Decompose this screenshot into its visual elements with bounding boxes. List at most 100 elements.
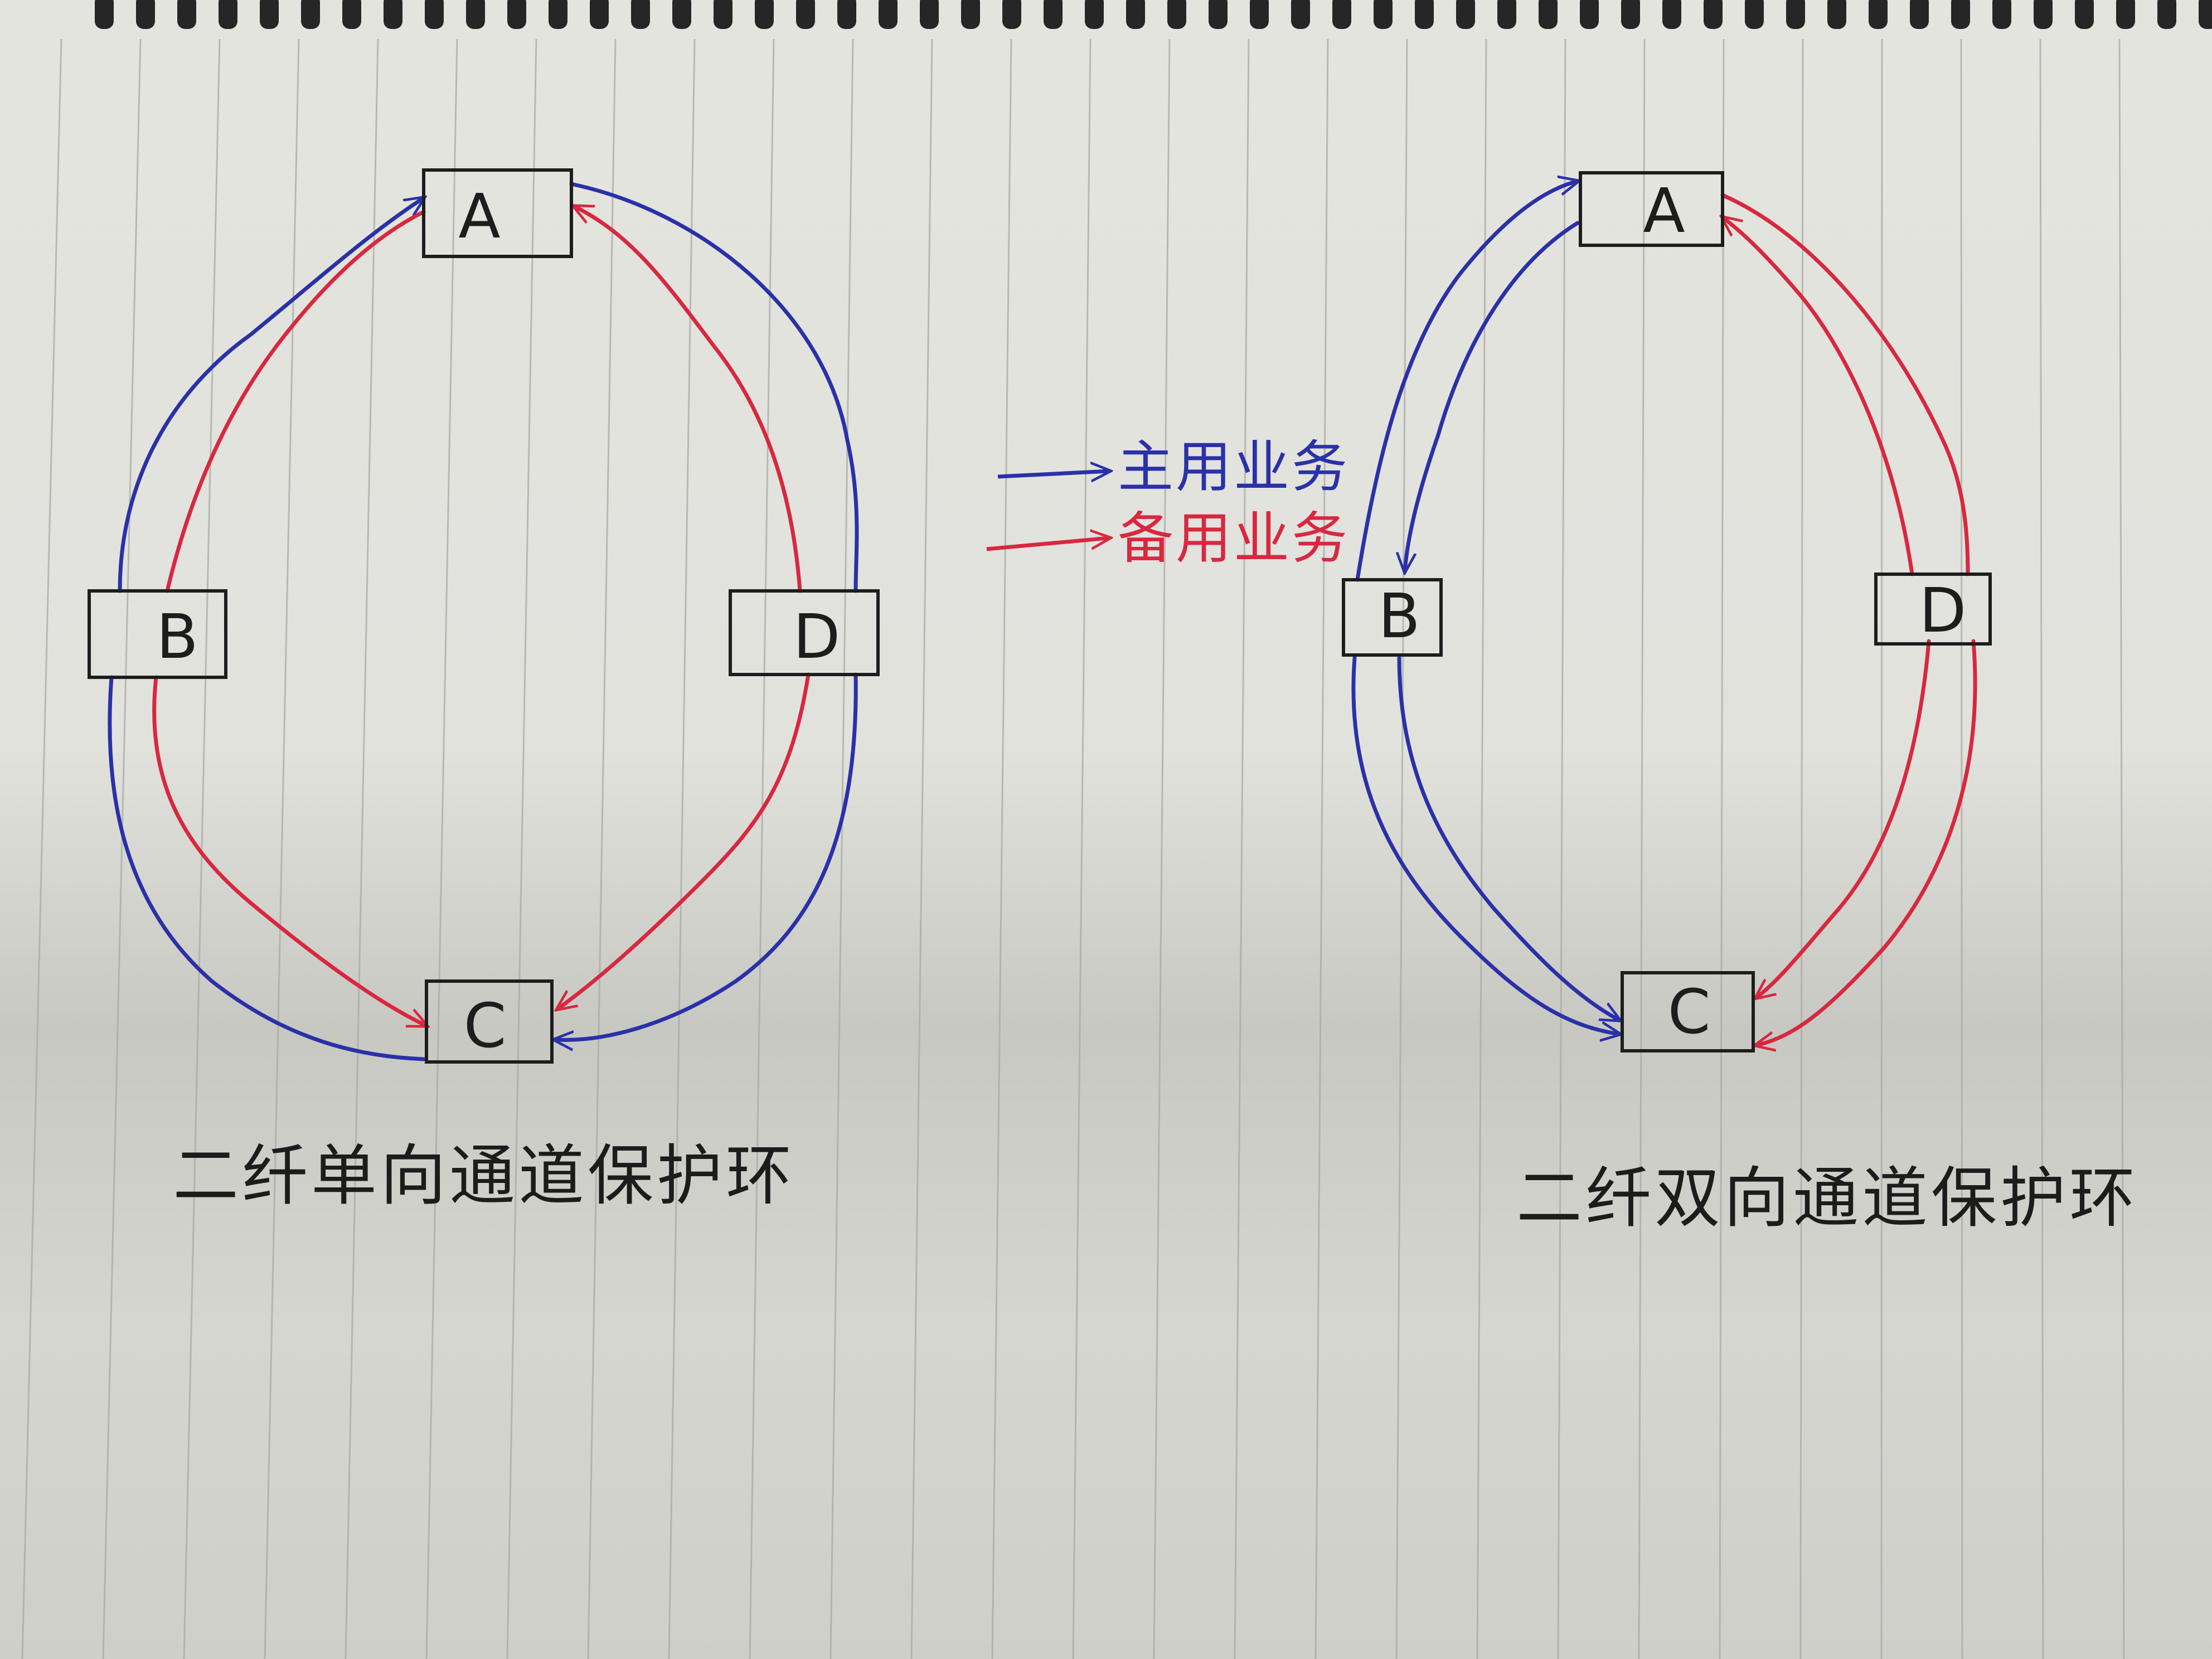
binding-hole: [136, 0, 155, 29]
rule-line: [1072, 38, 1092, 1659]
binding-hole: [1992, 0, 2011, 29]
binding-hole: [425, 0, 444, 29]
binding-hole: [1002, 0, 1021, 29]
binding-hole: [714, 0, 733, 29]
binding-hole: [755, 0, 774, 29]
binding-hole: [879, 0, 898, 29]
binding-hole: [1167, 0, 1186, 29]
svg-text:A: A: [458, 181, 500, 252]
left-backup-b-to-c: [152, 675, 426, 1026]
binding-hole: [1539, 0, 1558, 29]
binding-hole: [1085, 0, 1104, 29]
binding-hole: [2075, 0, 2094, 29]
left-node-d: D: [729, 589, 880, 676]
binding-hole: [1044, 0, 1063, 29]
right-backup-d-to-c-inner: [1756, 639, 1931, 998]
rule-line: [1880, 38, 1883, 1659]
right-primary-b-to-c-outer: [1351, 656, 1619, 1034]
binding-hole: [1580, 0, 1599, 29]
left-backup-d-to-c: [557, 672, 811, 1009]
right-primary-b-to-c-inner: [1397, 656, 1619, 1020]
svg-text:B: B: [1378, 580, 1420, 652]
binding-hole: [1786, 0, 1805, 29]
binding-hole: [1374, 0, 1393, 29]
binding-hole: [1662, 0, 1681, 29]
rule-line: [991, 38, 1012, 1659]
binding-hole: [1621, 0, 1640, 29]
svg-text:A: A: [1643, 175, 1685, 246]
binding-hole: [549, 0, 567, 29]
rule-line: [506, 38, 537, 1659]
right-node-b: B: [1342, 578, 1443, 657]
svg-text:B: B: [156, 601, 198, 672]
rule-line: [1476, 38, 1487, 1659]
binding-hole: [920, 0, 939, 29]
binding-hole: [1415, 0, 1434, 29]
svg-text:C: C: [464, 990, 507, 1061]
rule-line: [1638, 38, 1646, 1659]
legend-primary-label: 主用业务: [1118, 434, 1350, 499]
binding-hole: [466, 0, 485, 29]
rule-line: [749, 38, 775, 1659]
left-ring-caption: 二纤单向通道保护环: [173, 1137, 795, 1214]
binding-hole: [342, 0, 361, 29]
notebook-rules: [21, 38, 2125, 1659]
right-primary-a-to-b: [1405, 221, 1580, 571]
binding-hole: [1704, 0, 1723, 29]
rule-line: [587, 38, 617, 1659]
binding-hole: [1497, 0, 1516, 29]
rule-line: [264, 38, 300, 1659]
left-primary-b-to-a: [118, 198, 424, 593]
rule-line: [2118, 38, 2125, 1659]
right-backup-d-to-c-outer: [1756, 639, 1977, 1045]
ring-diagram: A B D C A B D C 主用业务 备用业务 二纤单向通道保护环 二纤双向…: [21, 0, 2212, 1659]
binding-hole: [1456, 0, 1475, 29]
rule-line: [1395, 38, 1408, 1659]
notebook-page: A B D C A B D C 主用业务 备用业务 二纤单向通道保护环 二纤双向…: [0, 0, 2212, 1659]
binding-hole: [2199, 0, 2212, 29]
legend-backup-label: 备用业务: [1118, 506, 1350, 571]
spiral-binding: [95, 0, 2212, 29]
right-node-d: D: [1874, 573, 1992, 646]
binding-hole: [1250, 0, 1269, 29]
right-ring-caption: 二纤双向通道保护环: [1516, 1160, 2138, 1236]
rule-line: [1799, 38, 1804, 1659]
right-primary-b-to-a: [1355, 181, 1578, 582]
left-primary-a-to-d: [569, 182, 859, 593]
binding-hole: [1126, 0, 1145, 29]
binding-hole: [2034, 0, 2053, 29]
binding-hole: [1209, 0, 1228, 29]
legend-primary-arrow: [997, 471, 1109, 477]
rule-line: [1557, 38, 1566, 1659]
binding-hole: [672, 0, 691, 29]
binding-hole: [384, 0, 402, 29]
binding-hole: [1869, 0, 1888, 29]
binding-hole: [796, 0, 815, 29]
rule-line: [425, 38, 458, 1659]
rule-line: [1719, 38, 1725, 1659]
binding-hole: [1745, 0, 1764, 29]
binding-hole: [177, 0, 196, 29]
binding-hole: [837, 0, 856, 29]
rule-line: [910, 38, 933, 1659]
binding-hole: [1951, 0, 1970, 29]
binding-hole: [590, 0, 609, 29]
rule-line: [345, 38, 379, 1659]
svg-text:D: D: [793, 601, 841, 672]
rule-line: [102, 38, 142, 1659]
binding-hole: [2157, 0, 2176, 29]
binding-hole: [631, 0, 650, 29]
svg-text:D: D: [1919, 575, 1967, 646]
left-node-c: C: [425, 979, 554, 1064]
left-ring: [108, 182, 859, 1061]
rule-line: [183, 38, 221, 1659]
right-backup-d-to-a-inner: [1723, 217, 1914, 576]
rule-line: [21, 38, 62, 1659]
svg-text:C: C: [1668, 976, 1711, 1047]
rule-line: [668, 38, 696, 1659]
right-node-a: A: [1579, 171, 1724, 247]
left-backup-b-to-a: [165, 210, 426, 593]
binding-hole: [2116, 0, 2135, 29]
rule-line: [1960, 38, 1963, 1659]
binding-hole: [1910, 0, 1929, 29]
